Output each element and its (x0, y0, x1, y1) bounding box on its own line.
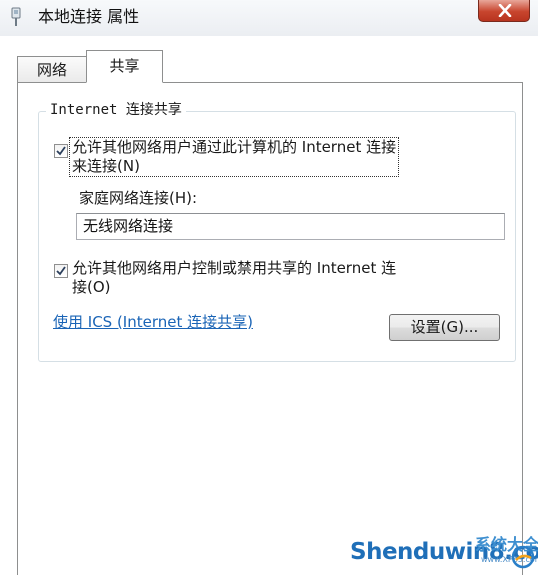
watermark: Shenduwin8.com 系统大全 www.XP85.com (345, 525, 538, 575)
ics-help-link[interactable]: 使用 ICS (Internet 连接共享) (53, 313, 253, 332)
title-bar[interactable]: 本地连接 属性 (0, 0, 538, 36)
checkmark-icon (56, 266, 66, 276)
properties-window: 本地连接 属性 网络 共享 Internet 连接共享 允许其他网络用户通过此计… (0, 0, 538, 575)
home-network-label: 家庭网络连接(H): (79, 189, 198, 207)
group-title: Internet 连接共享 (46, 100, 186, 120)
allow-connect-label[interactable]: 允许其他网络用户通过此计算机的 Internet 连接 来连接(N) (69, 137, 400, 177)
allow-connect-checkbox[interactable] (54, 144, 68, 158)
close-button[interactable] (478, 0, 530, 22)
globe-icon (511, 545, 535, 573)
home-network-field[interactable]: 无线网络连接 (76, 213, 505, 240)
window-title: 本地连接 属性 (38, 7, 140, 26)
allow-control-label[interactable]: 允许其他网络用户控制或禁用共享的 Internet 连 接(O) (72, 259, 396, 297)
checkmark-icon (56, 146, 66, 156)
close-x-icon (498, 4, 512, 17)
settings-button[interactable]: 设置(G)... (389, 314, 500, 341)
allow-control-checkbox[interactable] (54, 264, 68, 278)
network-adapter-icon (9, 7, 23, 27)
tab-sharing[interactable]: 共享 (86, 50, 163, 83)
tab-network[interactable]: 网络 (17, 56, 87, 82)
